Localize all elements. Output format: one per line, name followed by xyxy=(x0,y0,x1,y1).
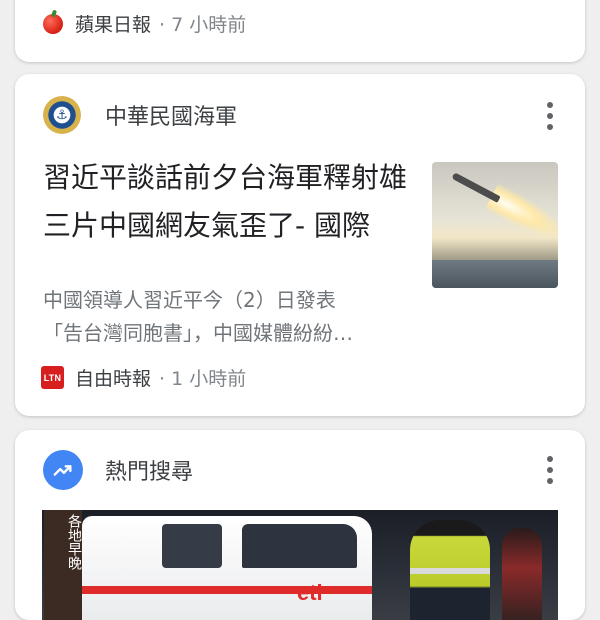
more-vert-icon[interactable] xyxy=(547,102,553,130)
publisher-header: 中華民國海軍 xyxy=(43,96,237,134)
trending-image[interactable]: 各地早晚 eti xyxy=(42,510,558,620)
source-time: · 1 小時前 xyxy=(159,368,247,390)
trending-header: 熱門搜尋 xyxy=(43,450,193,490)
headline[interactable]: 習近平談話前夕台海軍釋射雄三片中國網友氣歪了- 國際 xyxy=(43,154,413,250)
apple-icon xyxy=(43,13,63,34)
ltn-logo-icon: LTN xyxy=(41,366,64,389)
article-thumbnail[interactable] xyxy=(432,162,558,288)
trending-up-icon xyxy=(43,450,83,490)
source-row: LTN 自由時報 · 1 小時前 xyxy=(41,364,246,391)
trending-card[interactable]: 熱門搜尋 各地早晚 eti xyxy=(15,430,585,620)
snippet-line-2: 「告台灣同胞書」，中國媒體紛紛… xyxy=(43,321,353,345)
snippet-line-1: 中國領導人習近平今（2）日發表 xyxy=(43,288,336,312)
publisher-name: 中華民國海軍 xyxy=(105,105,238,130)
more-vert-icon[interactable] xyxy=(547,456,553,484)
source-name: 自由時報 xyxy=(75,368,152,390)
article-snippet: 中國領導人習近平今（2）日發表 「告台灣同胞書」，中國媒體紛紛… xyxy=(43,284,413,350)
source-row: 蘋果日報 · 7 小時前 xyxy=(43,10,246,37)
source-name: 蘋果日報 xyxy=(75,14,152,36)
navy-emblem-icon xyxy=(43,96,81,134)
trending-title: 熱門搜尋 xyxy=(105,460,194,485)
news-card-apple-daily[interactable]: 蘋果日報 · 7 小時前 xyxy=(15,0,585,62)
news-card-navy[interactable]: 中華民國海軍 習近平談話前夕台海軍釋射雄三片中國網友氣歪了- 國際 中國領導人習… xyxy=(15,74,585,416)
source-time: · 7 小時前 xyxy=(159,14,247,36)
image-side-text: 各地早晚 xyxy=(44,510,82,620)
